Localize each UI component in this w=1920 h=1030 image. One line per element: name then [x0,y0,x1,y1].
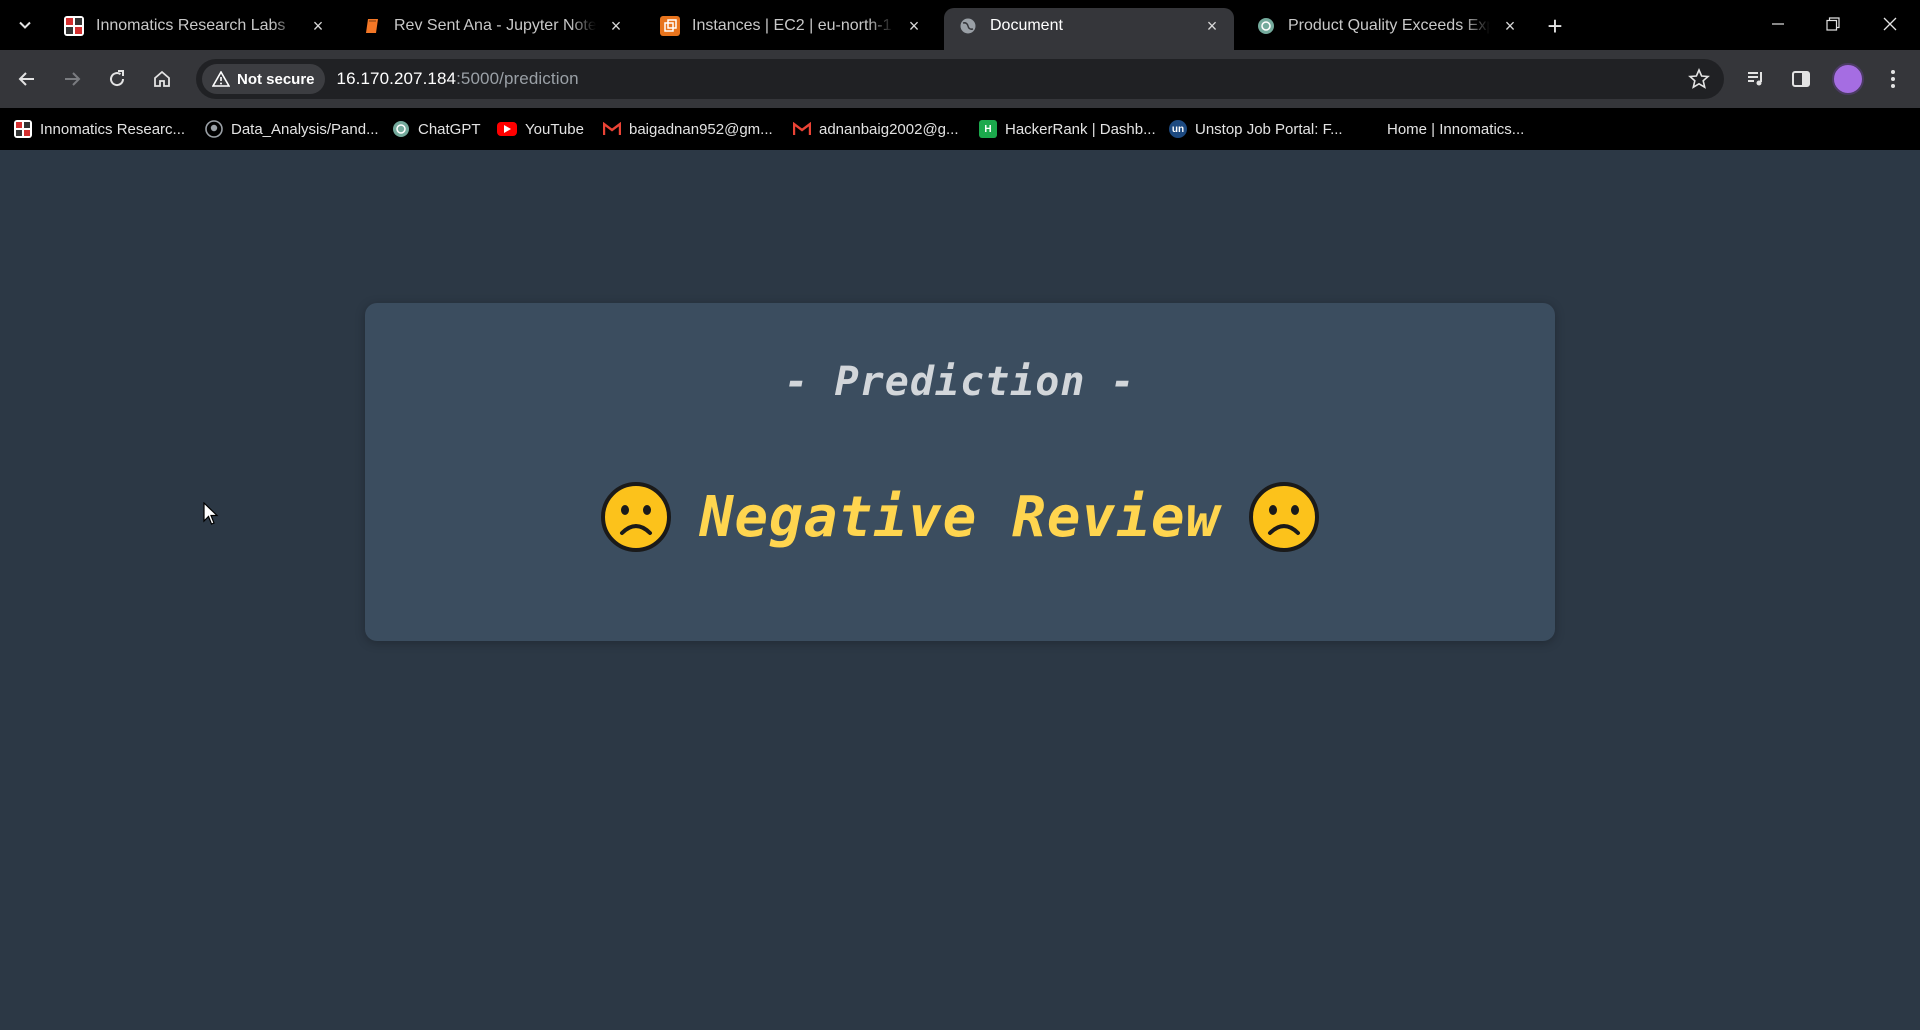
bookmark-github[interactable]: Data_Analysis/Pand... [205,108,379,150]
tab-search-button[interactable] [12,10,38,40]
tab-document[interactable]: Document × [944,8,1234,50]
playlist-icon [1748,72,1762,86]
bookmark-label: Data_Analysis/Pand... [231,120,379,138]
page-body: - Prediction - Negative Review [0,150,1920,1030]
reload-button[interactable] [101,63,133,95]
unstop-icon: un [1169,120,1187,138]
globe-icon [958,16,978,36]
chatgpt-icon [392,120,410,138]
bookmark-label: YouTube [525,120,584,138]
youtube-icon [497,122,517,136]
chatgpt-icon [1256,16,1276,36]
bookmark-youtube[interactable]: YouTube [497,108,584,150]
close-icon[interactable]: × [1202,16,1222,36]
tab-title: Product Quality Exceeds Expectations [1288,17,1490,35]
bookmark-innomatics[interactable]: Innomatics Researc... [14,108,185,150]
tab-title: Innomatics Research Labs [96,17,298,35]
prediction-label: Negative Review [699,484,1221,550]
close-icon[interactable]: × [1500,16,1520,36]
aws-ec2-icon [660,16,680,36]
tab-title: Rev Sent Ana - Jupyter Notebook [394,17,596,35]
innomatics-logo-icon [14,120,32,138]
gmail-icon [793,120,811,138]
security-indicator[interactable]: Not secure [202,64,325,94]
menu-button[interactable] [1877,63,1909,95]
back-button[interactable] [11,63,43,95]
profile-avatar[interactable] [1832,63,1864,95]
tab-title: Document [990,17,1192,35]
close-icon[interactable]: × [308,16,328,36]
close-icon[interactable]: × [606,16,626,36]
forward-button[interactable] [56,63,88,95]
chevron-down-icon [19,21,31,29]
close-icon [1883,17,1897,31]
github-icon [205,120,223,138]
innomatics-logo-icon [64,16,84,36]
minimize-button[interactable] [1756,6,1800,42]
close-icon[interactable]: × [904,16,924,36]
frowning-face-emoji-icon [1249,482,1320,552]
home-button[interactable] [146,63,178,95]
browser-toolbar: Not secure 16.170.207.184:5000/predictio… [0,50,1920,108]
side-panel-button[interactable] [1785,63,1817,95]
tab-ec2[interactable]: Instances | EC2 | eu-north-1 × [646,8,936,44]
bookmark-label: Unstop Job Portal: F... [1195,120,1343,138]
reload-icon [110,70,125,87]
address-bar[interactable]: Not secure 16.170.207.184:5000/predictio… [196,59,1724,99]
security-label: Not secure [237,70,315,88]
hackerrank-icon: H [979,120,997,138]
minimize-icon [1772,23,1784,25]
restore-icon [1826,17,1840,31]
bookmark-gmail-2[interactable]: adnanbaig2002@g... [793,108,959,150]
mouse-cursor-icon [203,502,219,525]
frowning-face-emoji-icon [600,482,671,552]
jupyter-notebook-icon [362,16,382,36]
bookmark-label: Home | Innomatics... [1387,120,1525,138]
bookmark-label: baigadnan952@gm... [629,120,773,138]
bookmark-gmail-1[interactable]: baigadnan952@gm... [603,108,773,150]
url-path: :5000/prediction [456,69,579,88]
bookmark-label: adnanbaig2002@g... [819,120,959,138]
bookmark-label: HackerRank | Dashb... [1005,120,1156,138]
tab-innomatics[interactable]: Innomatics Research Labs × [50,8,340,44]
close-window-button[interactable] [1868,6,1912,42]
new-tab-button[interactable]: + [1540,11,1570,41]
tab-title: Instances | EC2 | eu-north-1 [692,17,894,35]
bookmark-unstop[interactable]: un Unstop Job Portal: F... [1169,108,1343,150]
prediction-card: - Prediction - Negative Review [365,303,1555,641]
url-text[interactable]: 16.170.207.184:5000/prediction [337,69,579,89]
kebab-menu-icon [1891,70,1895,88]
prediction-result: Negative Review [365,481,1555,553]
bookmark-star-icon[interactable] [1688,67,1710,90]
bookmark-hackerrank[interactable]: H HackerRank | Dashb... [979,108,1156,150]
home-icon [154,70,170,87]
arrow-left-icon [18,72,34,86]
tab-jupyter[interactable]: Rev Sent Ana - Jupyter Notebook × [348,8,638,44]
gmail-icon [603,120,621,138]
warning-icon [212,71,230,87]
side-panel-icon [1792,71,1810,87]
tab-chatgpt[interactable]: Product Quality Exceeds Expectations × [1242,8,1532,44]
bookmark-chatgpt[interactable]: ChatGPT [392,108,481,150]
arrow-right-icon [65,72,81,86]
bookmark-innomatics-home[interactable]: Home | Innomatics... [1387,108,1524,150]
prediction-heading: - Prediction - [784,359,1136,405]
url-host: 16.170.207.184 [336,69,457,88]
bookmark-label: ChatGPT [418,120,481,138]
bookmarks-bar: Innomatics Researc... Data_Analysis/Pand… [0,108,1920,150]
tab-strip: Innomatics Research Labs × Rev Sent Ana … [0,0,1920,50]
bookmark-label: Innomatics Researc... [40,120,186,138]
restore-button[interactable] [1811,6,1855,42]
media-control-button[interactable] [1740,63,1772,95]
